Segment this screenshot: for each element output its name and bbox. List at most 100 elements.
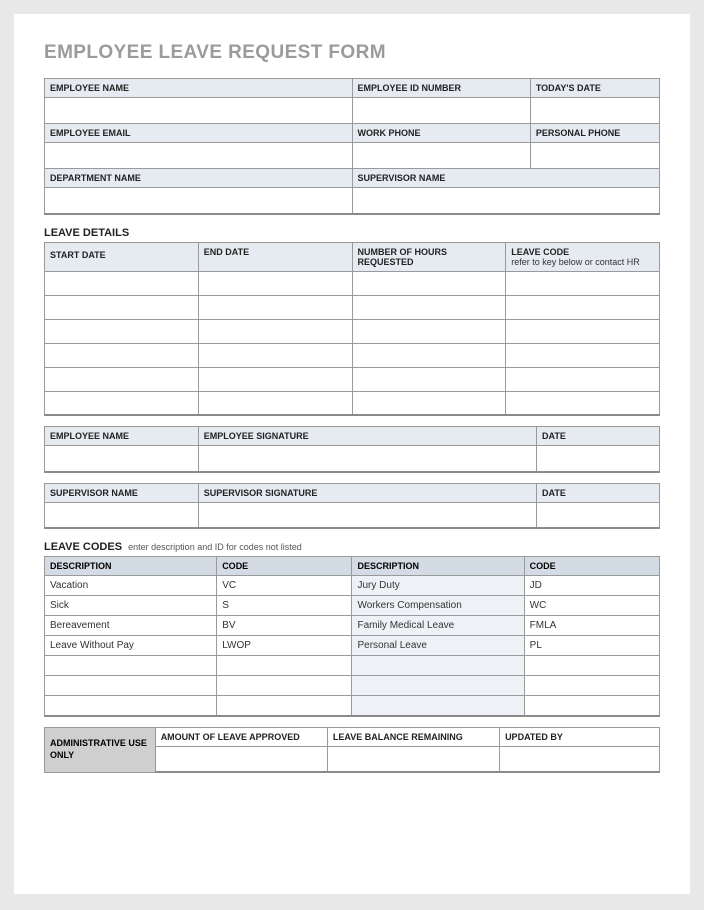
code-desc-cell[interactable]: Family Medical Leave	[352, 616, 524, 636]
leave-row-cell[interactable]	[45, 391, 199, 415]
leave-row-cell[interactable]	[506, 319, 660, 343]
code-desc-cell[interactable]	[45, 676, 217, 696]
leave-row-cell[interactable]	[45, 271, 199, 295]
code-desc-cell[interactable]	[352, 656, 524, 676]
field-work-phone[interactable]	[352, 143, 530, 169]
leave-row-cell[interactable]	[352, 343, 506, 367]
code-code-cell[interactable]: LWOP	[217, 636, 352, 656]
field-employee-email[interactable]	[45, 143, 353, 169]
leave-row-cell[interactable]	[506, 271, 660, 295]
leave-row-cell[interactable]	[352, 319, 506, 343]
label-department-name: DEPARTMENT NAME	[45, 169, 353, 188]
header-desc-1: DESCRIPTION	[45, 557, 217, 576]
label-emp-name-sig: EMPLOYEE NAME	[45, 427, 199, 446]
code-code-cell[interactable]: BV	[217, 616, 352, 636]
label-amount-approved: AMOUNT OF LEAVE APPROVED	[155, 727, 327, 746]
code-code-cell[interactable]: S	[217, 596, 352, 616]
leave-row-cell[interactable]	[45, 367, 199, 391]
label-admin-use-only: ADMINISTRATIVE USE ONLY	[45, 727, 156, 772]
leave-row-cell[interactable]	[198, 367, 352, 391]
field-emp-signature[interactable]	[198, 446, 536, 472]
leave-row-cell[interactable]	[352, 295, 506, 319]
code-desc-cell[interactable]: Leave Without Pay	[45, 636, 217, 656]
code-code-cell[interactable]	[217, 656, 352, 676]
leave-row-cell[interactable]	[506, 367, 660, 391]
field-updated-by[interactable]	[500, 746, 660, 772]
code-code-cell[interactable]: FMLA	[524, 616, 659, 636]
label-employee-name: EMPLOYEE NAME	[45, 79, 353, 98]
label-todays-date: TODAY'S DATE	[530, 79, 659, 98]
header-code-2: CODE	[524, 557, 659, 576]
code-desc-cell[interactable]	[45, 656, 217, 676]
label-sup-sig-date: DATE	[537, 483, 660, 502]
leave-row-cell[interactable]	[352, 391, 506, 415]
code-desc-cell[interactable]	[352, 676, 524, 696]
field-emp-name-sig[interactable]	[45, 446, 199, 472]
section-leave-codes-title: LEAVE CODES enter description and ID for…	[44, 541, 660, 553]
header-end-date: END DATE	[198, 242, 352, 271]
header-hours-requested: NUMBER OF HOURS REQUESTED	[352, 242, 506, 271]
leave-row-cell[interactable]	[506, 391, 660, 415]
code-desc-cell[interactable]: Jury Duty	[352, 576, 524, 596]
label-sup-signature: SUPERVISOR SIGNATURE	[198, 483, 536, 502]
code-desc-cell[interactable]: Vacation	[45, 576, 217, 596]
code-code-cell[interactable]: WC	[524, 596, 659, 616]
leave-row-cell[interactable]	[506, 295, 660, 319]
leave-row-cell[interactable]	[198, 391, 352, 415]
header-start-date: START DATE	[45, 242, 199, 271]
leave-row-cell[interactable]	[506, 343, 660, 367]
field-emp-sig-date[interactable]	[537, 446, 660, 472]
code-code-cell[interactable]	[524, 676, 659, 696]
leave-row-cell[interactable]	[198, 319, 352, 343]
field-department-name[interactable]	[45, 188, 353, 214]
leave-row-cell[interactable]	[45, 343, 199, 367]
leave-row-cell[interactable]	[198, 271, 352, 295]
leave-details-table: START DATE END DATE NUMBER OF HOURS REQU…	[44, 242, 660, 417]
form-title: EMPLOYEE LEAVE REQUEST FORM	[44, 42, 660, 64]
header-desc-2: DESCRIPTION	[352, 557, 524, 576]
code-code-cell[interactable]	[217, 696, 352, 716]
code-desc-cell[interactable]	[45, 696, 217, 716]
field-sup-signature[interactable]	[198, 502, 536, 528]
code-code-cell[interactable]: VC	[217, 576, 352, 596]
code-desc-cell[interactable]: Sick	[45, 596, 217, 616]
field-supervisor-name[interactable]	[352, 188, 660, 214]
leave-row-cell[interactable]	[45, 319, 199, 343]
field-employee-id[interactable]	[352, 98, 530, 124]
code-code-cell[interactable]	[217, 676, 352, 696]
header-leave-code-sub: refer to key below or contact HR	[511, 257, 640, 267]
code-code-cell[interactable]	[524, 696, 659, 716]
label-personal-phone: PERSONAL PHONE	[530, 124, 659, 143]
leave-row-cell[interactable]	[352, 367, 506, 391]
leave-codes-hint: enter description and ID for codes not l…	[128, 542, 302, 552]
code-desc-cell[interactable]	[352, 696, 524, 716]
form-page: EMPLOYEE LEAVE REQUEST FORM EMPLOYEE NAM…	[14, 14, 690, 894]
field-amount-approved[interactable]	[155, 746, 327, 772]
code-code-cell[interactable]: JD	[524, 576, 659, 596]
field-todays-date[interactable]	[530, 98, 659, 124]
leave-row-cell[interactable]	[198, 295, 352, 319]
field-sup-sig-date[interactable]	[537, 502, 660, 528]
header-leave-code: LEAVE CODE refer to key below or contact…	[506, 242, 660, 271]
field-balance-remaining[interactable]	[327, 746, 499, 772]
section-leave-details-title: LEAVE DETAILS	[44, 227, 660, 239]
leave-row-cell[interactable]	[45, 295, 199, 319]
leave-row-cell[interactable]	[198, 343, 352, 367]
label-work-phone: WORK PHONE	[352, 124, 530, 143]
header-leave-code-label: LEAVE CODE	[511, 247, 569, 257]
supervisor-signature-table: SUPERVISOR NAME SUPERVISOR SIGNATURE DAT…	[44, 483, 660, 530]
code-desc-cell[interactable]: Bereavement	[45, 616, 217, 636]
field-personal-phone[interactable]	[530, 143, 659, 169]
label-employee-id: EMPLOYEE ID NUMBER	[352, 79, 530, 98]
code-desc-cell[interactable]: Personal Leave	[352, 636, 524, 656]
code-desc-cell[interactable]: Workers Compensation	[352, 596, 524, 616]
employee-signature-table: EMPLOYEE NAME EMPLOYEE SIGNATURE DATE	[44, 426, 660, 473]
label-balance-remaining: LEAVE BALANCE REMAINING	[327, 727, 499, 746]
label-supervisor-name: SUPERVISOR NAME	[352, 169, 660, 188]
code-code-cell[interactable]: PL	[524, 636, 659, 656]
field-employee-name[interactable]	[45, 98, 353, 124]
code-code-cell[interactable]	[524, 656, 659, 676]
leave-row-cell[interactable]	[352, 271, 506, 295]
label-sup-name-sig: SUPERVISOR NAME	[45, 483, 199, 502]
field-sup-name-sig[interactable]	[45, 502, 199, 528]
